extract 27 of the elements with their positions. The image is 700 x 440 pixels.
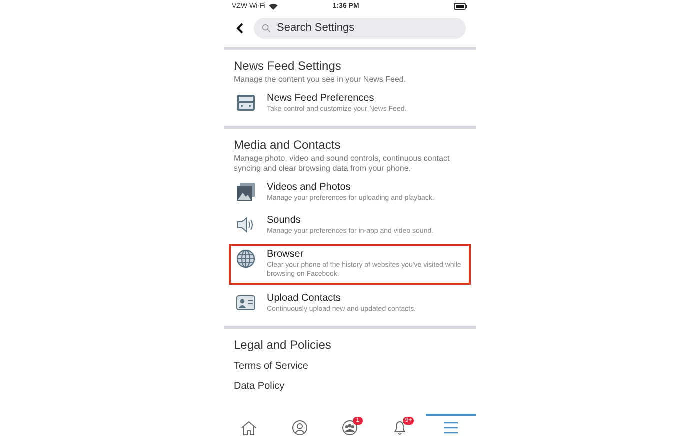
battery-icon: [454, 3, 468, 10]
section-heading: News Feed Settings: [234, 59, 342, 73]
newspaper-icon: [236, 93, 256, 113]
contact-card-icon: [236, 293, 256, 313]
search-icon: [262, 24, 271, 32]
item-title: Videos and Photos: [267, 182, 352, 193]
menu-icon: [444, 422, 458, 434]
policy-link[interactable]: Terms of Service: [234, 361, 466, 372]
globe-icon: [236, 249, 256, 269]
section-description: Manage photo, video and sound controls, continuous contact syncing and clear browsing data from your phone.: [234, 154, 451, 174]
search-field[interactable]: Search Settings: [254, 18, 466, 38]
home-icon: [241, 420, 258, 436]
section-heading: Media and Contacts: [234, 138, 342, 152]
photos-icon: [236, 182, 256, 202]
policy-link[interactable]: Data Policy: [234, 381, 466, 392]
section-description: Manage the content you see in your News Feed.: [234, 75, 408, 85]
profile-icon: [292, 420, 308, 436]
item-title: Sounds: [267, 215, 302, 226]
wifi-icon: [268, 3, 278, 10]
speaker-icon: [236, 215, 256, 235]
back-icon[interactable]: [236, 22, 244, 34]
item-title: Upload Contacts: [267, 293, 342, 304]
section-heading: Legal and Policies: [234, 338, 332, 352]
item-title: News Feed Preferences: [267, 93, 376, 104]
item-title: Browser: [267, 249, 305, 260]
groups-icon: [342, 420, 358, 436]
bell-icon: [392, 420, 408, 436]
